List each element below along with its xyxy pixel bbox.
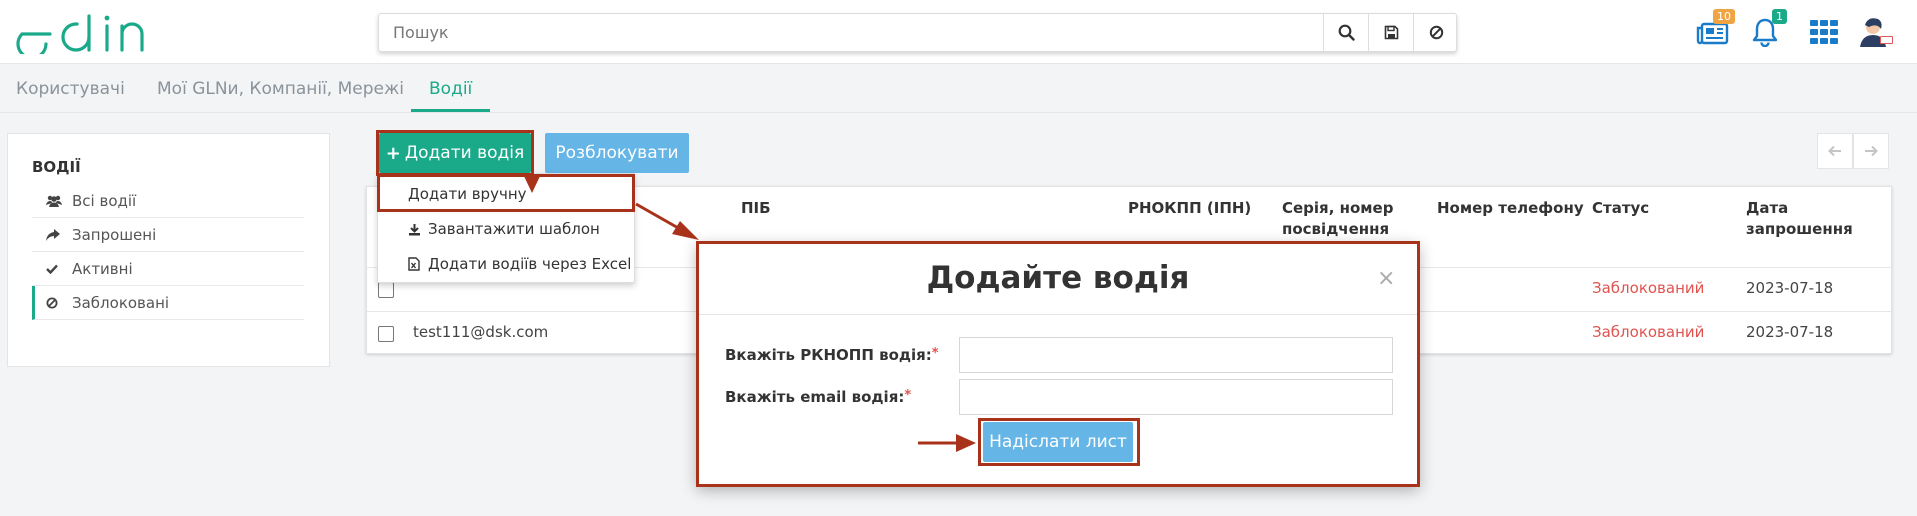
unlock-label: Розблокувати — [555, 143, 679, 163]
send-letter-button[interactable]: Надіслати лист — [983, 422, 1133, 462]
next-page-button[interactable] — [1853, 133, 1889, 169]
arrow-right-icon — [1865, 145, 1878, 157]
share-icon — [46, 228, 64, 241]
tax-id-label: Вкажіть РКНОПП водія:* — [725, 346, 939, 364]
row-checkbox[interactable] — [378, 326, 394, 342]
excel-file-icon — [408, 257, 422, 271]
download-template-item[interactable]: Завантажити шаблон — [378, 213, 634, 245]
row-status: Заблокований — [1592, 323, 1705, 341]
edin-logo[interactable] — [16, 12, 156, 54]
unlock-button[interactable]: Розблокувати — [545, 133, 689, 173]
search-icon — [1338, 24, 1355, 41]
column-header-tax-id[interactable]: РНОКПП (ІПН) — [1128, 198, 1251, 219]
avatar-icon — [1860, 18, 1893, 47]
add-driver-modal: Додайте водія × Вкажіть РКНОПП водія:* В… — [697, 242, 1419, 486]
notifications-badge: 1 — [1772, 9, 1787, 24]
email-input[interactable] — [959, 379, 1393, 415]
column-header-status[interactable]: Статус — [1592, 198, 1649, 219]
main-tabs: Користувачі Мої GLNи, Компанії, Мережі В… — [0, 65, 1917, 113]
row-email: test111@dsk.com — [413, 323, 549, 341]
notifications-button[interactable]: 1 — [1748, 9, 1787, 52]
import-excel-item[interactable]: Додати водіїв через Excel — [378, 248, 634, 280]
sidebar-item-label: Заблоковані — [72, 293, 170, 312]
sidebar-item-active[interactable]: Активні — [32, 252, 304, 286]
download-icon — [408, 223, 422, 236]
close-icon[interactable]: × — [1377, 266, 1395, 291]
tab-users[interactable]: Користувачі — [16, 79, 125, 99]
tab-drivers[interactable]: Водії — [429, 79, 472, 99]
ban-icon — [1429, 25, 1443, 40]
sidebar-item-label: Активні — [72, 259, 133, 278]
users-icon — [46, 195, 64, 207]
reset-search-button[interactable] — [1413, 14, 1458, 51]
apps-grid-button[interactable] — [1808, 12, 1840, 52]
sidebar-title: ВОДІЇ — [32, 158, 81, 176]
row-status: Заблокований — [1592, 279, 1705, 297]
sidebar-item-label: Запрошені — [72, 225, 157, 244]
sidebar-item-label: Всі водії — [72, 191, 137, 210]
row-date: 2023-07-18 — [1746, 279, 1834, 297]
add-manually-item[interactable]: Додати вручну — [378, 178, 634, 210]
save-search-button[interactable] — [1368, 14, 1413, 51]
active-tab-underline — [411, 109, 490, 112]
add-driver-label: Додати водія — [404, 143, 525, 163]
email-label: Вкажіть email водія:* — [725, 388, 912, 406]
apps-grid-icon — [1810, 20, 1838, 44]
search-button[interactable] — [1323, 14, 1368, 51]
modal-title: Додайте водія — [926, 260, 1190, 296]
prev-page-button[interactable] — [1817, 133, 1853, 169]
arrow-left-icon — [1828, 145, 1841, 157]
news-badge: 10 — [1713, 9, 1735, 24]
column-header-invite-date[interactable]: Дата запрошення — [1746, 198, 1891, 240]
column-header-name[interactable]: ПІБ — [741, 198, 771, 219]
floppy-disk-icon — [1384, 25, 1398, 40]
row-checkbox[interactable] — [378, 282, 394, 298]
search-input[interactable] — [379, 14, 1323, 51]
drivers-sidebar: ВОДІЇ Всі водії Запрошені Активні Заблок… — [7, 133, 330, 367]
ban-icon — [46, 297, 64, 309]
sidebar-item-all-drivers[interactable]: Всі водії — [32, 184, 304, 218]
top-header: 10 1 — [0, 0, 1917, 64]
column-header-document[interactable]: Серія, номер посвідчення — [1282, 198, 1393, 240]
news-button[interactable]: 10 — [1693, 9, 1735, 52]
sidebar-item-blocked[interactable]: Заблоковані — [32, 286, 304, 320]
tax-id-input[interactable] — [959, 337, 1393, 373]
plus-icon: + — [385, 142, 401, 164]
search-bar — [378, 13, 1457, 52]
sidebar-item-invited[interactable]: Запрошені — [32, 218, 304, 252]
add-driver-button[interactable]: + Додати водія — [379, 133, 531, 173]
add-driver-dropdown: Додати вручну Завантажити шаблон Додати … — [377, 173, 635, 283]
row-date: 2023-07-18 — [1746, 323, 1834, 341]
check-icon — [46, 264, 64, 274]
tab-glns-companies[interactable]: Мої GLNи, Компанії, Мережі — [157, 79, 404, 99]
column-header-phone[interactable]: Номер телефону — [1437, 198, 1584, 219]
modal-divider — [697, 314, 1419, 315]
user-avatar[interactable] — [1857, 12, 1895, 52]
